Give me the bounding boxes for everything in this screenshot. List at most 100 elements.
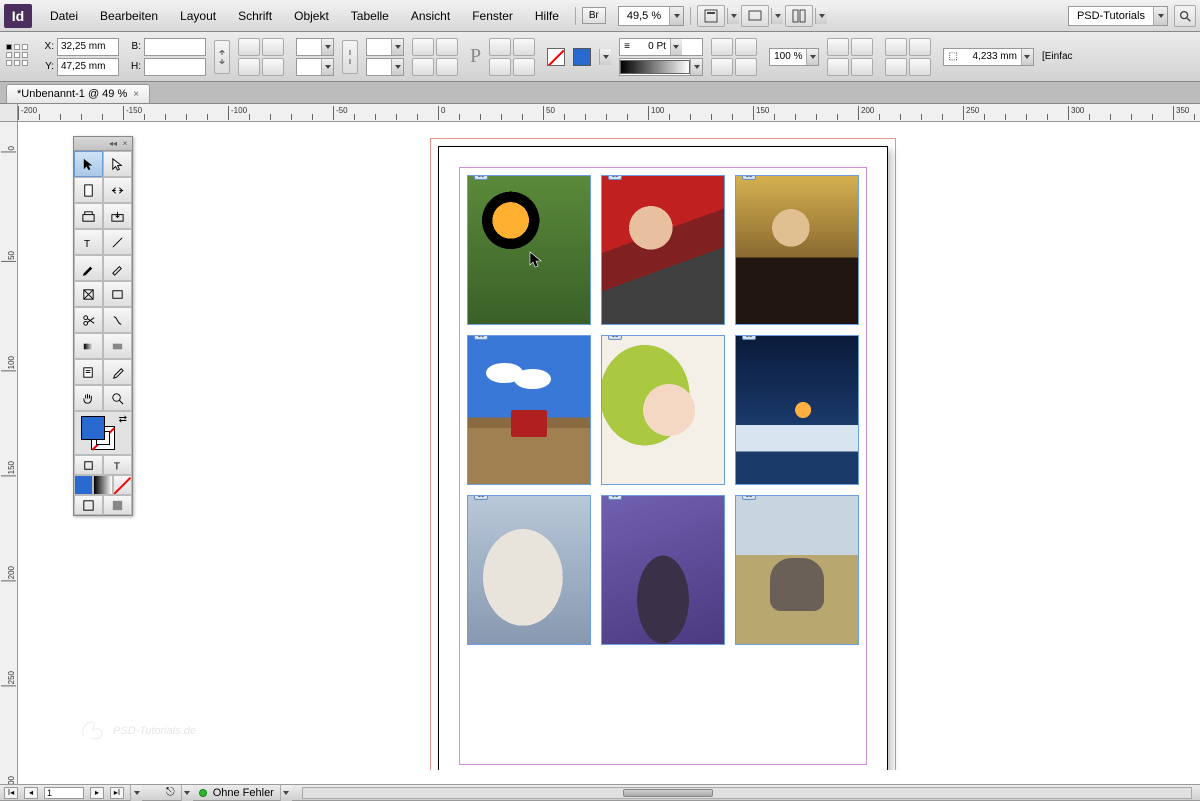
preview-view-icon[interactable] (103, 495, 132, 515)
formatting-text-icon[interactable]: T (103, 455, 132, 475)
select-buttons[interactable] (489, 38, 539, 76)
corner-size-combo[interactable]: ⬚4,233 mm (943, 48, 1033, 66)
normal-view-icon[interactable] (74, 495, 103, 515)
constrain-scale-icon[interactable] (342, 40, 358, 74)
zoom-level-combo[interactable]: 49,5 % (618, 6, 684, 26)
fill-stroke-swatches[interactable]: ⇄ (74, 411, 132, 455)
shear-combo[interactable] (366, 58, 404, 76)
page-spread[interactable]: ⌘ ⌘ ⌘ ⌘ ⌘ ⌘ ⌘ ⌘ ⌘ (438, 146, 888, 770)
canvas[interactable]: ◂◂× T (18, 122, 1200, 770)
menu-bearbeiten[interactable]: Bearbeiten (90, 5, 168, 27)
page-number-input[interactable] (44, 787, 84, 799)
close-icon[interactable]: × (120, 140, 130, 148)
last-page-button[interactable]: ▸I (110, 787, 124, 799)
image-frame-5[interactable]: ⌘ (601, 335, 725, 485)
scissors-tool[interactable] (74, 307, 103, 333)
horizontal-ruler[interactable]: -200-150-100-50050100150200250300350 (18, 104, 1200, 122)
open-icon[interactable]: ⎋ (166, 786, 175, 799)
apply-none-icon[interactable] (113, 475, 132, 495)
selection-tool[interactable] (74, 151, 103, 177)
formatting-container-icon[interactable] (74, 455, 103, 475)
image-frame-2[interactable]: ⌘ (601, 175, 725, 325)
gradient-feather-tool[interactable] (103, 333, 132, 359)
ruler-origin[interactable] (0, 104, 18, 122)
chevron-down-icon[interactable] (815, 8, 827, 24)
page[interactable]: ⌘ ⌘ ⌘ ⌘ ⌘ ⌘ ⌘ ⌘ ⌘ (438, 146, 888, 770)
rectangle-frame-tool[interactable] (74, 281, 103, 307)
horizontal-scrollbar[interactable] (302, 787, 1192, 799)
reference-point-grid[interactable] (6, 44, 32, 70)
rectangle-tool[interactable] (103, 281, 132, 307)
stroke-weight-combo[interactable]: ≡0 Pt (619, 38, 703, 56)
page-tool[interactable] (74, 177, 103, 203)
content-placer-tool[interactable] (103, 203, 132, 229)
text-wrap-buttons[interactable] (827, 38, 877, 76)
w-input[interactable] (144, 38, 206, 56)
h-input[interactable] (144, 58, 206, 76)
image-frame-3[interactable]: ⌘ (735, 175, 859, 325)
rotate-flip-buttons[interactable] (412, 38, 462, 76)
menu-schrift[interactable]: Schrift (228, 5, 282, 27)
first-page-button[interactable]: I◂ (4, 787, 18, 799)
chevron-down-icon[interactable] (280, 785, 292, 801)
bridge-button[interactable]: Br (582, 7, 606, 24)
document-tab[interactable]: *Unbenannt-1 @ 49 % × (6, 84, 150, 103)
arrange-documents-icon[interactable] (785, 5, 813, 27)
free-transform-tool[interactable] (103, 307, 132, 333)
pencil-tool[interactable] (103, 255, 132, 281)
panel-header[interactable]: ◂◂× (74, 137, 132, 151)
next-page-button[interactable]: ▸ (90, 787, 104, 799)
menu-hilfe[interactable]: Hilfe (525, 5, 569, 27)
screen-mode-icon[interactable] (741, 5, 769, 27)
search-icon[interactable] (1174, 5, 1196, 27)
workspace-switcher[interactable]: PSD-Tutorials (1068, 6, 1168, 26)
type-tool[interactable]: T (74, 229, 103, 255)
close-icon[interactable]: × (133, 89, 139, 100)
chevron-down-icon[interactable] (1153, 7, 1167, 25)
menu-tabelle[interactable]: Tabelle (341, 5, 399, 27)
chevron-down-icon[interactable] (130, 785, 142, 801)
menu-layout[interactable]: Layout (170, 5, 226, 27)
fill-color-swatch[interactable] (81, 416, 105, 440)
tools-panel[interactable]: ◂◂× T (73, 136, 133, 516)
prev-page-button[interactable]: ◂ (24, 787, 38, 799)
image-frame-7[interactable]: ⌘ (467, 495, 591, 645)
content-collector-tool[interactable] (74, 203, 103, 229)
image-frame-1[interactable]: ⌘ (467, 175, 591, 325)
effects-buttons[interactable] (711, 38, 761, 76)
note-tool[interactable] (74, 359, 103, 385)
line-tool[interactable] (103, 229, 132, 255)
opacity-combo[interactable]: 100 % (769, 48, 819, 66)
view-options-icon[interactable] (697, 5, 725, 27)
image-frame-6[interactable]: ⌘ (735, 335, 859, 485)
menu-fenster[interactable]: Fenster (462, 5, 523, 27)
menu-objekt[interactable]: Objekt (284, 5, 339, 27)
constrain-proportions-icon[interactable] (214, 40, 230, 74)
apply-color-icon[interactable] (74, 475, 93, 495)
scale-y-combo[interactable] (296, 58, 334, 76)
apply-gradient-icon[interactable] (93, 475, 112, 495)
chevron-down-icon[interactable] (727, 8, 739, 24)
menu-datei[interactable]: Datei (40, 5, 88, 27)
menu-ansicht[interactable]: Ansicht (401, 5, 460, 27)
hand-tool[interactable] (74, 385, 103, 411)
none-swatch-icon[interactable] (547, 48, 565, 66)
scale-buttons[interactable] (238, 38, 288, 76)
eyedropper-tool[interactable] (103, 359, 132, 385)
fill-swatch[interactable] (573, 48, 591, 66)
paragraph-icon[interactable]: P (470, 45, 481, 68)
chevron-down-icon[interactable] (669, 7, 683, 25)
gap-tool[interactable] (103, 177, 132, 203)
chevron-down-icon[interactable] (181, 785, 193, 801)
pen-tool[interactable] (74, 255, 103, 281)
chevron-down-icon[interactable] (771, 8, 783, 24)
vertical-ruler[interactable]: 050100150200250300 (0, 122, 18, 784)
scale-x-combo[interactable] (296, 38, 334, 56)
swap-colors-icon[interactable]: ⇄ (119, 414, 127, 425)
y-input[interactable] (57, 58, 119, 76)
x-input[interactable] (57, 38, 119, 56)
image-frame-8[interactable]: ⌘ (601, 495, 725, 645)
stroke-style-combo[interactable] (619, 58, 703, 76)
collapse-icon[interactable]: ◂◂ (108, 140, 118, 148)
chevron-down-icon[interactable] (599, 49, 611, 65)
